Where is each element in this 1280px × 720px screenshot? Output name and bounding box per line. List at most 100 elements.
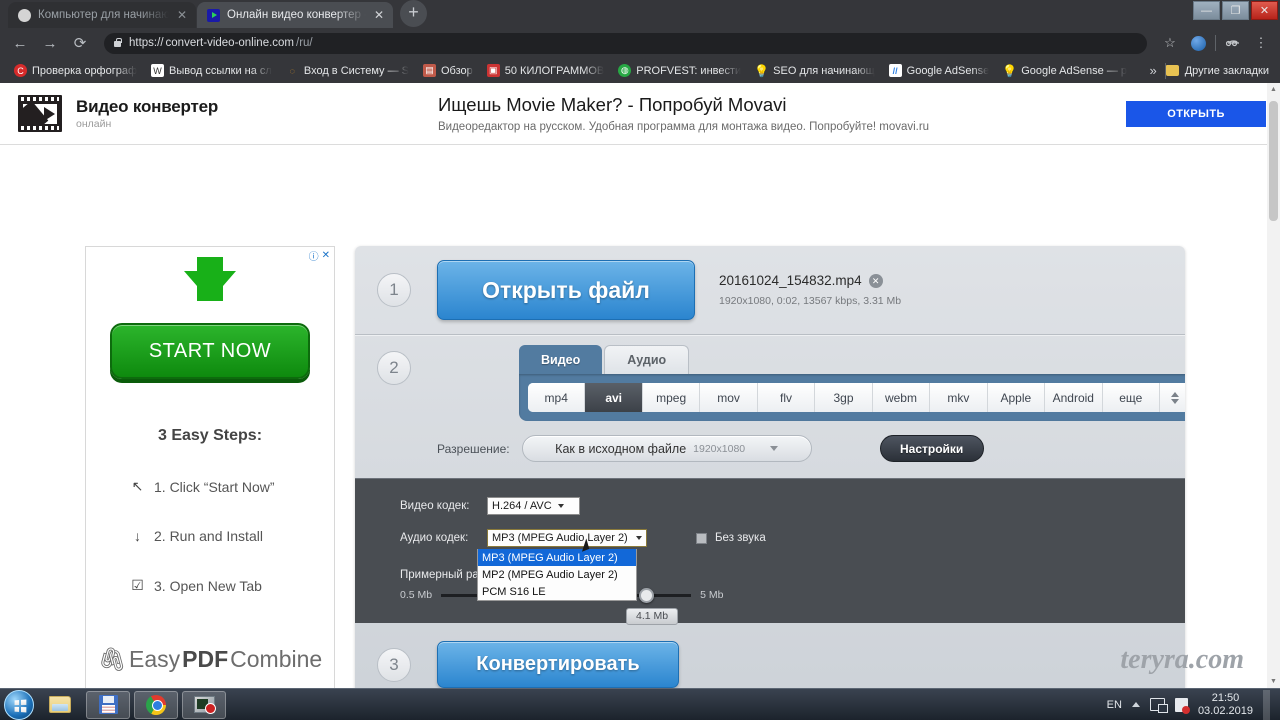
page-scrollbar[interactable]: ▲ ▼ <box>1267 83 1280 688</box>
settings-button[interactable]: Настройки <box>879 435 984 462</box>
site-header: Видео конвертер онлайн Ищешь Movie Maker… <box>0 83 1280 145</box>
format-option-avi[interactable]: avi <box>585 383 643 412</box>
download-icon: ↓ <box>134 528 141 544</box>
new-tab-button[interactable]: + <box>400 0 427 27</box>
format-option-mov[interactable]: mov <box>700 383 758 412</box>
bookmark-favicon-icon: ◍ <box>618 64 632 77</box>
taskbar-item-save-app[interactable] <box>86 690 130 719</box>
site-logo[interactable]: Видео конвертер онлайн <box>0 95 438 132</box>
size-slider-handle[interactable] <box>639 587 655 603</box>
action-center-icon[interactable] <box>1174 697 1190 714</box>
format-option-webm[interactable]: webm <box>872 383 931 412</box>
cursor-icon: ↖ <box>131 478 144 494</box>
browser-menu-icon[interactable]: ⋮ <box>1250 32 1272 54</box>
address-bar[interactable]: https:// convert-video-online.com /ru/ <box>104 32 1147 54</box>
minimize-button[interactable]: — <box>1193 1 1220 20</box>
bookmark-item[interactable]: ◌ Вход в Систему — S <box>279 64 416 77</box>
bookmark-item[interactable]: ◍ PROFVEST: инвести <box>611 64 748 77</box>
network-icon[interactable] <box>1149 698 1168 713</box>
format-option-mp4[interactable]: mp4 <box>528 383 586 412</box>
format-option-mpeg[interactable]: mpeg <box>642 383 701 412</box>
show-desktop-button[interactable] <box>1263 689 1270 720</box>
bookmark-item[interactable]: 💡 SEO для начинающ <box>748 64 881 78</box>
slider-min-label: 0.5 Mb <box>400 589 433 601</box>
back-icon[interactable]: ← <box>8 31 32 55</box>
tab-close-icon[interactable]: ✕ <box>373 8 385 22</box>
tab-title: Онлайн видео конвертер - конв <box>227 9 366 21</box>
clock-time: 21:50 <box>1211 691 1240 704</box>
header-ad-banner[interactable]: Ищешь Movie Maker? - Попробуй Movavi Вид… <box>438 94 1280 133</box>
profile-avatar-icon[interactable] <box>1187 32 1209 54</box>
ad-step-label: 2. Run and Install <box>154 528 263 544</box>
audio-codec-label: Аудио кодек: <box>400 532 469 544</box>
bookmark-item[interactable]: // Google AdSense <box>882 64 997 77</box>
bookmark-item[interactable]: W Вывод ссылки на сл <box>144 64 279 77</box>
site-subtitle: онлайн <box>76 118 112 130</box>
language-indicator[interactable]: EN <box>1107 699 1122 711</box>
bookmarks-overflow-icon[interactable]: » <box>1141 63 1164 78</box>
format-option-mkv[interactable]: mkv <box>930 383 988 412</box>
bookmark-favicon-icon: ▤ <box>422 64 436 77</box>
sidebar-ad[interactable]: ⓘ ✕ START NOW 3 Easy Steps: ↖ 1. Click “… <box>85 246 335 688</box>
tab-close-icon[interactable]: ✕ <box>176 8 188 22</box>
dropdown-option-mp2[interactable]: MP2 (MPEG Audio Layer 2) <box>478 566 636 583</box>
chevron-down-icon <box>557 504 564 508</box>
bookmark-item[interactable]: ▣ 50 КИЛОГРАММОВ <box>480 64 612 77</box>
dropdown-option-mp3[interactable]: MP3 (MPEG Audio Layer 2) <box>478 549 636 566</box>
reload-icon[interactable]: ⟳ <box>68 31 92 55</box>
video-codec-select[interactable]: H.264 / AVC <box>487 497 580 515</box>
format-option-more[interactable]: еще <box>1102 383 1160 412</box>
format-category-tabs: Видео Аудио <box>519 345 1185 374</box>
audio-codec-select[interactable]: MP3 (MPEG Audio Layer 2) <box>487 529 647 547</box>
format-option-flv[interactable]: flv <box>757 383 816 412</box>
browser-tab-1[interactable]: Компьютер для начинающих. С ✕ <box>8 2 196 28</box>
audio-codec-dropdown[interactable]: MP3 (MPEG Audio Layer 2) MP2 (MPEG Audio… <box>477 549 637 601</box>
bookmark-star-icon[interactable]: ☆ <box>1159 32 1181 54</box>
clock[interactable]: 21:50 03.02.2019 <box>1198 692 1253 718</box>
remove-file-icon[interactable]: ✕ <box>868 273 883 288</box>
video-codec-value: H.264 / AVC <box>492 500 552 512</box>
bookmarks-bar: C Проверка орфограф W Вывод ссылки на сл… <box>0 58 1280 83</box>
other-bookmarks-button[interactable]: Другие закладки <box>1165 65 1273 77</box>
convert-button[interactable]: Конвертировать <box>437 641 679 688</box>
forward-icon[interactable]: → <box>38 31 62 55</box>
taskbar-item-explorer[interactable] <box>38 691 82 719</box>
start-now-button[interactable]: START NOW <box>110 323 310 379</box>
mute-checkbox-row[interactable]: Без звука <box>696 532 766 544</box>
clock-date: 03.02.2019 <box>1197 704 1253 717</box>
ad-info-icon[interactable]: ⓘ <box>309 248 319 263</box>
format-spinner-icon[interactable] <box>1159 383 1185 412</box>
scroll-down-arrow-icon[interactable]: ▼ <box>1270 678 1277 685</box>
tab-audio[interactable]: Аудио <box>604 345 690 374</box>
resolution-select[interactable]: Как в исходном файле 1920x1080 <box>521 435 812 462</box>
dropdown-option-pcm[interactable]: PCM S16 LE <box>478 583 636 600</box>
ad-step-1: ↖ 1. Click “Start Now” <box>86 478 334 495</box>
tab-video[interactable]: Видео <box>519 345 603 374</box>
bookmark-label: Вывод ссылки на сл <box>169 64 272 77</box>
close-window-button[interactable]: ✕ <box>1251 1 1278 20</box>
ad-controls[interactable]: ⓘ ✕ <box>309 248 330 263</box>
taskbar-item-recorder[interactable] <box>182 690 226 719</box>
mute-checkbox[interactable] <box>696 532 707 544</box>
tab-favicon-icon <box>207 8 220 22</box>
format-option-android[interactable]: Android <box>1045 383 1103 412</box>
step-2-number: 2 <box>377 351 411 385</box>
paperclip-icon: 🖇 <box>97 646 127 672</box>
maximize-button[interactable]: ❐ <box>1222 1 1249 20</box>
show-hidden-icons-icon[interactable] <box>1131 702 1140 707</box>
open-file-button[interactable]: Открыть файл <box>437 260 695 320</box>
bookmark-item[interactable]: ▤ Обзор <box>416 64 480 77</box>
ad-open-button[interactable]: ОТКРЫТЬ <box>1126 100 1266 127</box>
taskbar-item-chrome[interactable] <box>134 690 178 719</box>
format-option-3gp[interactable]: 3gp <box>815 383 873 412</box>
scroll-up-arrow-icon[interactable]: ▲ <box>1270 86 1277 93</box>
windows-start-button[interactable] <box>4 689 34 720</box>
browser-tab-2[interactable]: Онлайн видео конвертер - конв ✕ <box>197 2 393 28</box>
bookmark-item[interactable]: 💡 Google AdSense — p <box>996 64 1134 78</box>
bookmark-item[interactable]: C Проверка орфограф <box>7 64 144 77</box>
ad-close-icon[interactable]: ✕ <box>322 250 330 261</box>
bookmark-label: Google AdSense <box>906 64 990 77</box>
scrollbar-thumb[interactable] <box>1269 101 1278 221</box>
bookmark-label: Вход в Систему — S <box>303 64 409 77</box>
format-option-apple[interactable]: Apple <box>987 383 1046 412</box>
